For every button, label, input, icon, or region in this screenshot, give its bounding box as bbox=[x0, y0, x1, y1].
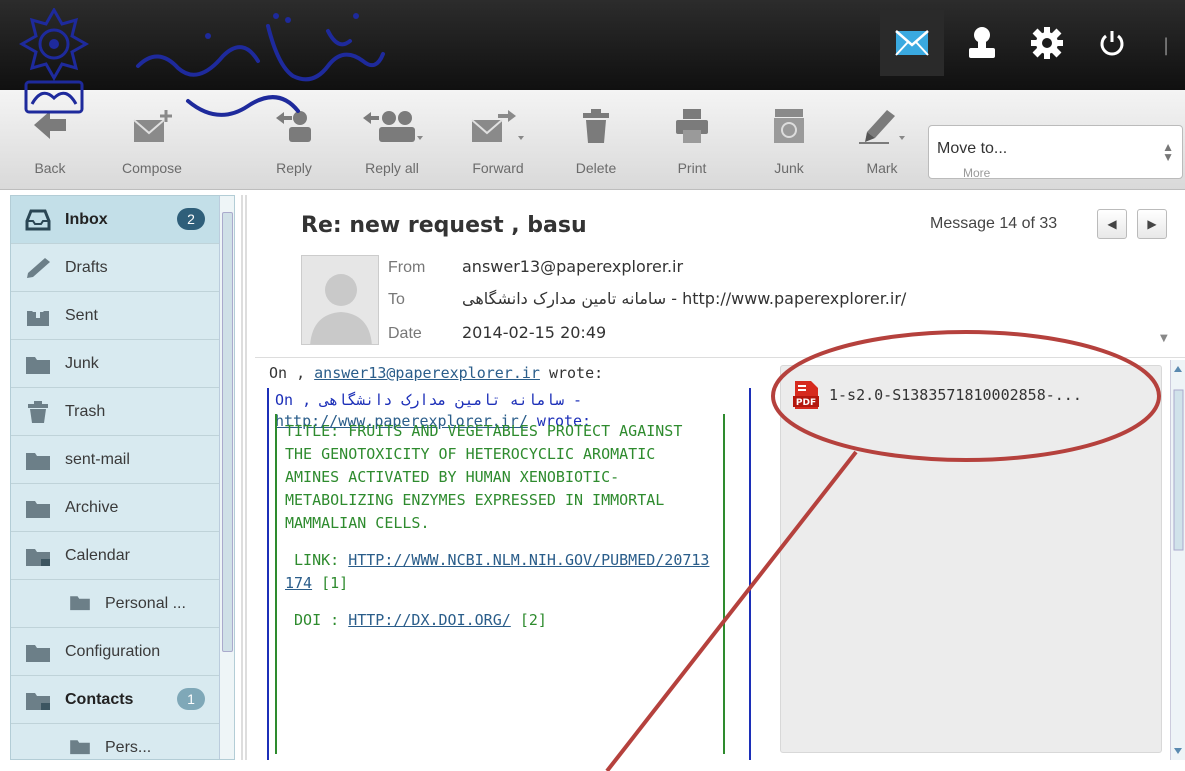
trash-icon bbox=[581, 108, 611, 147]
prev-message-button[interactable]: ◀ bbox=[1097, 209, 1127, 239]
move-to-select[interactable]: Move to... ▲ ▼ More bbox=[928, 125, 1183, 180]
unread-badge: 2 bbox=[177, 208, 205, 230]
sidebar-item-junk[interactable]: Junk bbox=[11, 340, 219, 388]
select-arrows-icon: ▲ ▼ bbox=[1162, 140, 1174, 164]
from-address[interactable]: answer13@paperexplorer.ir bbox=[462, 257, 683, 276]
sidebar-item-inbox[interactable]: Inbox 2 bbox=[11, 196, 219, 244]
quote-intro: On , answer13@paperexplorer.ir wrote: bbox=[269, 364, 604, 382]
sidebar-item-trash[interactable]: Trash bbox=[11, 388, 219, 436]
attachment-filename: 1-s2.0-S1383571810002858-... bbox=[829, 386, 1082, 404]
folder-icon bbox=[25, 353, 51, 375]
trash-icon bbox=[25, 400, 51, 423]
folder-icon bbox=[25, 449, 51, 471]
menu-separator: | bbox=[1163, 35, 1170, 56]
folder-icon bbox=[69, 737, 91, 759]
move-to-label: Move to... bbox=[937, 140, 1008, 157]
to-address[interactable]: سامانه تامین مدارک دانشگاهی - http://www… bbox=[462, 289, 906, 308]
unread-badge: 1 bbox=[177, 688, 205, 710]
article-link: LINK: HTTP://WWW.NCBI.NLM.NIH.GOV/PUBMED… bbox=[285, 551, 710, 592]
sender-email-link[interactable]: answer13@paperexplorer.ir bbox=[314, 364, 540, 382]
attachment-item[interactable]: PDF 1-s2.0-S1383571810002858-... bbox=[793, 380, 1082, 410]
university-calligraphy-logo bbox=[128, 6, 388, 126]
doi-link[interactable]: HTTP://DX.DOI.ORG/ bbox=[348, 611, 511, 629]
print-button[interactable]: Print bbox=[664, 100, 720, 186]
from-label: From bbox=[388, 259, 426, 276]
next-message-button[interactable]: ▶ bbox=[1137, 209, 1167, 239]
sidebar-item-configuration[interactable]: Configuration bbox=[11, 628, 219, 676]
sent-icon bbox=[25, 305, 51, 327]
content-scrollbar[interactable] bbox=[1170, 360, 1185, 760]
sidebar-item-drafts[interactable]: Drafts bbox=[11, 244, 219, 292]
marker-icon bbox=[857, 108, 907, 147]
folder-icon bbox=[25, 545, 51, 567]
university-emblem-logo bbox=[18, 6, 90, 120]
user-icon[interactable] bbox=[950, 10, 1014, 76]
forward-icon bbox=[470, 108, 526, 147]
folder-icon bbox=[25, 641, 51, 663]
inbox-icon bbox=[25, 209, 51, 231]
gear-icon[interactable] bbox=[1015, 10, 1079, 76]
more-label: More bbox=[963, 166, 991, 180]
folder-icon bbox=[25, 689, 51, 711]
svg-text:PDF: PDF bbox=[796, 398, 816, 408]
article-title: TITLE: FRUITS AND VEGETABLES PROTECT AGA… bbox=[285, 422, 683, 532]
pencil-icon bbox=[25, 257, 51, 279]
date-label: Date bbox=[388, 325, 422, 342]
junk-button[interactable]: Junk bbox=[765, 100, 813, 186]
mail-icon[interactable] bbox=[880, 10, 944, 76]
junk-icon bbox=[772, 108, 806, 147]
sidebar-scrollbar[interactable] bbox=[219, 196, 234, 759]
sender-avatar bbox=[301, 255, 379, 345]
folder-list: Inbox 2 Drafts Sent Junk Trash sent-mail… bbox=[10, 195, 235, 760]
message-date: 2014-02-15 20:49 bbox=[462, 323, 607, 342]
sidebar-item-pers[interactable]: Pers... bbox=[11, 724, 219, 759]
printer-icon bbox=[675, 108, 709, 147]
message-subject: Re: new request , basu bbox=[301, 213, 587, 238]
pane-splitter[interactable] bbox=[238, 195, 250, 760]
attachment-panel: PDF 1-s2.0-S1383571810002858-... bbox=[780, 365, 1162, 753]
folder-icon bbox=[69, 593, 91, 615]
message-body: On , answer13@paperexplorer.ir wrote: - … bbox=[255, 360, 765, 760]
power-icon[interactable] bbox=[1080, 10, 1144, 76]
screen: | Back Compose Reply Reply all Forward D… bbox=[0, 0, 1185, 771]
pubmed-link[interactable]: HTTP://WWW.NCBI.NLM.NIH.GOV/PUBMED/20713… bbox=[285, 551, 709, 592]
header-toggle-icon[interactable]: ▼ bbox=[1160, 333, 1168, 344]
pdf-icon: PDF bbox=[793, 380, 819, 410]
sidebar-item-calendar[interactable]: Calendar bbox=[11, 532, 219, 580]
folder-icon bbox=[25, 497, 51, 519]
to-label: To bbox=[388, 291, 405, 308]
delete-button[interactable]: Delete bbox=[566, 100, 626, 186]
sidebar-item-archive[interactable]: Archive bbox=[11, 484, 219, 532]
message-header: Re: new request , basu Message 14 of 33 … bbox=[255, 193, 1185, 358]
forward-button[interactable]: Forward bbox=[458, 100, 538, 186]
sidebar-item-contacts[interactable]: Contacts 1 bbox=[11, 676, 219, 724]
blockquote-inner: TITLE: FRUITS AND VEGETABLES PROTECT AGA… bbox=[275, 414, 725, 754]
sidebar-item-sent[interactable]: Sent bbox=[11, 292, 219, 340]
sidebar-item-sent-mail[interactable]: sent-mail bbox=[11, 436, 219, 484]
scrollbar-thumb[interactable] bbox=[222, 212, 233, 652]
sidebar-item-personal[interactable]: Personal ... bbox=[11, 580, 219, 628]
mark-button[interactable]: Mark bbox=[852, 100, 912, 186]
message-counter: Message 14 of 33 bbox=[930, 215, 1058, 232]
article-doi: DOI : HTTP://DX.DOI.ORG/ [2] bbox=[294, 611, 547, 629]
